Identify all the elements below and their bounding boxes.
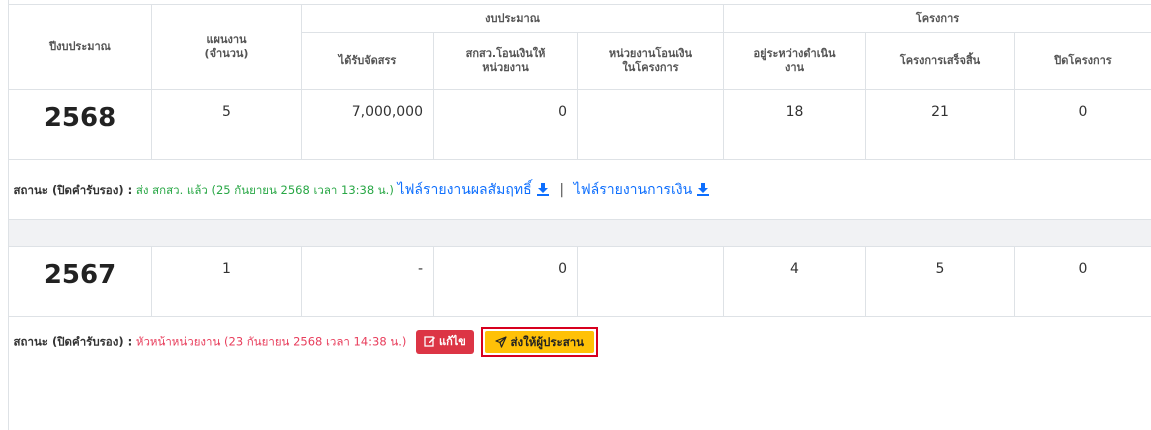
unit-transferred-cell	[576, 246, 725, 317]
header-unit-transfer: หน่วยงานโอนเงิน ในโครงการ	[576, 32, 725, 90]
table-row: 2568 5 7,000,000 0 18 21 0	[8, 89, 1151, 160]
header-year: ปีงบประมาณ	[8, 4, 152, 90]
finance-report-link-label: ไฟล์รายงานการเงิน	[573, 181, 693, 198]
result-report-link-label: ไฟล์รายงานผลสัมฤทธิ์	[397, 181, 532, 198]
completed-cell: 21	[865, 89, 1016, 160]
header-plan-line1: แผนงาน	[206, 33, 247, 46]
edit-button-label: แก้ไข	[439, 335, 466, 348]
status-row: สถานะ (ปิดคำรับรอง) : ส่ง สกสว. แล้ว (25…	[8, 159, 1151, 220]
header-budget-group: งบประมาณ	[300, 4, 725, 33]
header-plan-line2: (จำนวน)	[204, 47, 249, 60]
table-row: 2567 1 - 0 4 5 0	[8, 246, 1151, 317]
year-cell: 2568	[8, 89, 152, 160]
status-row: สถานะ (ปิดคำรับรอง) : หัวหน้าหน่วยงาน (2…	[8, 316, 1151, 375]
transferred-cell: 0	[433, 89, 578, 160]
completed-cell: 5	[865, 246, 1016, 317]
closed-cell: 0	[1014, 89, 1151, 160]
unit-transferred-cell	[576, 89, 725, 160]
transferred-cell: 0	[433, 246, 578, 317]
download-icon	[696, 182, 710, 200]
allocated-cell: -	[301, 246, 434, 317]
row-spacer	[8, 219, 1151, 247]
link-separator: |	[559, 181, 565, 198]
header-plan: แผนงาน (จำนวน)	[151, 4, 302, 90]
header-transfer: สกสว.โอนเงินให้ หน่วยงาน	[433, 32, 578, 90]
edit-icon	[424, 336, 436, 347]
ongoing-cell: 18	[723, 89, 867, 160]
year-cell: 2567	[8, 246, 152, 317]
header-project-group: โครงการ	[723, 4, 1151, 33]
page: ปีงบประมาณ แผนงาน (จำนวน) งบประมาณ โครงก…	[0, 0, 1151, 430]
send-button-label: ส่งให้ผู้ประสาน	[510, 335, 585, 349]
header-completed: โครงการเสร็จสิ้น	[865, 32, 1016, 90]
plans-cell: 5	[151, 89, 302, 160]
status-text: หัวหน้าหน่วยงาน (23 กันยายน 2568 เวลา 14…	[135, 334, 407, 349]
status-cell: สถานะ (ปิดคำรับรอง) : ส่ง สกสว. แล้ว (25…	[8, 159, 1151, 220]
header-ongoing: อยู่ระหว่างดำเนิน งาน	[723, 32, 867, 90]
send-button-highlight: ส่งให้ผู้ประสาน	[481, 327, 599, 357]
paper-plane-icon	[495, 336, 508, 348]
ongoing-cell: 4	[723, 246, 867, 317]
status-cell: สถานะ (ปิดคำรับรอง) : หัวหน้าหน่วยงาน (2…	[8, 316, 1151, 375]
header-allocated: ได้รับจัดสรร	[301, 32, 434, 90]
header-row-top: ปีงบประมาณ แผนงาน (จำนวน) งบประมาณ โครงก…	[8, 4, 1151, 90]
status-label: สถานะ (ปิดคำรับรอง) :	[13, 182, 133, 197]
edit-button[interactable]: แก้ไข	[416, 330, 474, 354]
finance-report-link[interactable]: ไฟล์รายงานการเงิน	[574, 182, 710, 198]
header-closed: ปิดโครงการ	[1014, 32, 1151, 90]
budget-table: ปีงบประมาณ แผนงาน (จำนวน) งบประมาณ โครงก…	[8, 4, 1151, 375]
allocated-cell: 7,000,000	[301, 89, 434, 160]
plans-cell: 1	[151, 246, 302, 317]
status-label: สถานะ (ปิดคำรับรอง) :	[13, 334, 133, 349]
result-report-link[interactable]: ไฟล์รายงานผลสัมฤทธิ์	[397, 182, 549, 198]
send-to-coordinator-button[interactable]: ส่งให้ผู้ประสาน	[485, 331, 595, 353]
download-icon	[536, 182, 550, 200]
closed-cell: 0	[1014, 246, 1151, 317]
status-text: ส่ง สกสว. แล้ว (25 กันยายน 2568 เวลา 13:…	[135, 182, 394, 197]
